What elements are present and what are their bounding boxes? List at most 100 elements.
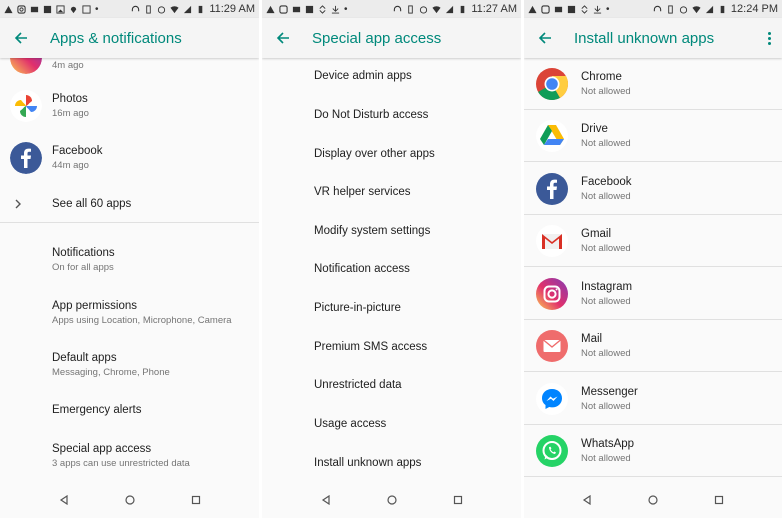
recent-app-item-photos[interactable]: Photos 16m ago — [0, 80, 259, 132]
app-name: Facebook — [581, 175, 632, 188]
wifi-icon — [692, 5, 701, 13]
app-row-gmail[interactable]: Gmail Not allowed — [524, 215, 782, 267]
back-arrow-icon[interactable] — [10, 27, 32, 49]
facebook-icon — [10, 142, 42, 174]
headphones-icon — [132, 5, 140, 11]
item-vr-helper-services[interactable]: VR helper services — [314, 186, 517, 198]
app-row-whatsapp[interactable]: WhatsApp Not allowed — [524, 425, 782, 477]
gmail-icon — [536, 224, 568, 257]
nav-recents-icon[interactable] — [712, 493, 726, 507]
back-arrow-icon[interactable] — [534, 27, 556, 49]
drive-icon — [536, 119, 568, 152]
chevron-right-icon — [15, 199, 21, 209]
setting-special-app-access[interactable]: Special app access 3 apps can use unrest… — [52, 443, 255, 469]
nav-recents-icon[interactable] — [189, 493, 203, 507]
more-notifications-icon: • — [606, 3, 610, 15]
navigation-bar — [0, 482, 259, 518]
sync-status-icon — [581, 4, 588, 14]
notification-icons: • — [4, 4, 99, 15]
headphones-icon — [394, 5, 402, 11]
battery-icon — [461, 5, 465, 13]
setting-notifications[interactable]: Notifications On for all apps — [52, 247, 255, 273]
item-usage-access[interactable]: Usage access — [314, 418, 517, 430]
app-name: Mail — [581, 332, 603, 345]
app-name: Facebook — [52, 145, 103, 157]
nav-back-icon[interactable] — [580, 493, 594, 507]
nav-home-icon[interactable] — [646, 493, 660, 507]
app-name: WhatsApp — [581, 437, 635, 450]
item-picture-in-picture[interactable]: Picture-in-picture — [314, 302, 517, 314]
item-notification-access[interactable]: Notification access — [314, 263, 517, 275]
app-row-mail[interactable]: Mail Not allowed — [524, 320, 782, 372]
more-options-icon[interactable] — [766, 28, 772, 48]
notification-icons: • — [266, 4, 348, 15]
app-row-drive[interactable]: Drive Not allowed — [524, 110, 782, 162]
app-bar: Special app access — [262, 18, 521, 58]
app-name: Drive — [581, 122, 608, 135]
warning-icon — [4, 5, 13, 13]
recent-app-item-facebook[interactable]: Facebook 44m ago — [0, 132, 259, 184]
app-name: Messenger — [581, 385, 638, 398]
app-row-instagram[interactable]: Instagram Not allowed — [524, 268, 782, 320]
setting-emergency-alerts[interactable]: Emergency alerts — [52, 404, 255, 416]
wifi-icon — [432, 5, 441, 13]
download-status-icon — [331, 5, 340, 14]
section-divider — [0, 222, 259, 223]
back-arrow-icon[interactable] — [272, 27, 294, 49]
instagram-status-icon — [17, 4, 26, 14]
app-bar: Install unknown apps — [524, 18, 782, 58]
nav-recents-icon[interactable] — [451, 493, 465, 507]
app-name: Chrome — [581, 70, 622, 83]
page-title: Apps & notifications — [50, 29, 182, 47]
item-device-admin-apps[interactable]: Device admin apps — [314, 70, 517, 82]
vibrate-icon — [408, 4, 414, 14]
status-bar: • 11:27 AM — [262, 0, 521, 18]
apps-list: 4m ago Photos 16m ago Facebook 44m ago S… — [0, 58, 259, 482]
signal-icon — [705, 5, 714, 13]
item-display-over-other-apps[interactable]: Display over other apps — [314, 148, 517, 160]
install-permission-status: Not allowed — [581, 400, 631, 412]
setting-title: Emergency alerts — [52, 404, 142, 416]
app-row-chrome[interactable]: Chrome Not allowed — [524, 58, 782, 110]
install-permission-status: Not allowed — [581, 85, 631, 97]
system-status-icons: 12:24 PM — [653, 3, 778, 15]
setting-title: Special app access — [52, 443, 152, 455]
item-install-unknown-apps[interactable]: Install unknown apps — [314, 457, 517, 469]
install-permission-status: Not allowed — [581, 190, 631, 202]
nav-back-icon[interactable] — [319, 493, 333, 507]
item-modify-system-settings[interactable]: Modify system settings — [314, 225, 517, 237]
facebook-icon — [536, 172, 568, 205]
status-bar: • 12:24 PM — [524, 0, 782, 18]
navigation-bar — [262, 482, 521, 518]
setting-app-permissions[interactable]: App permissions Apps using Location, Mic… — [52, 300, 255, 326]
setting-default-apps[interactable]: Default apps Messaging, Chrome, Phone — [52, 352, 255, 378]
notification-icons: • — [528, 4, 610, 15]
more-notifications-icon: • — [95, 3, 99, 15]
see-all-apps-row[interactable]: See all 60 apps — [0, 186, 259, 222]
see-all-apps-label: See all 60 apps — [52, 198, 132, 210]
nav-home-icon[interactable] — [123, 493, 137, 507]
gallery-status-icon — [56, 4, 65, 14]
setting-summary: On for all apps — [52, 262, 114, 273]
app-row-messenger[interactable]: Messenger Not allowed — [524, 373, 782, 425]
mail-status-icon — [554, 6, 563, 12]
app-row-facebook[interactable]: Facebook Not allowed — [524, 163, 782, 215]
unknown-sources-app-list: Chrome Not allowed Drive Not allowed Fac… — [524, 58, 782, 482]
battery-icon — [199, 5, 203, 13]
instagram-icon — [10, 58, 42, 74]
nav-home-icon[interactable] — [385, 493, 399, 507]
item-do-not-disturb-access[interactable]: Do Not Disturb access — [314, 109, 517, 121]
item-unrestricted-data[interactable]: Unrestricted data — [314, 379, 517, 391]
clock: 11:29 AM — [209, 3, 255, 15]
download-status-icon — [593, 5, 602, 14]
nav-back-icon[interactable] — [57, 493, 71, 507]
chrome-icon — [536, 67, 569, 100]
clock: 11:27 AM — [471, 3, 517, 15]
navigation-bar — [524, 482, 782, 518]
app-last-used: 44m ago — [52, 160, 89, 171]
setting-summary: Apps using Location, Microphone, Camera — [52, 315, 232, 326]
item-premium-sms-access[interactable]: Premium SMS access — [314, 341, 517, 353]
special-access-list: Device admin apps Do Not Disturb access … — [262, 58, 521, 482]
vibrate-icon — [668, 4, 673, 14]
install-unknown-apps-screen: • 12:24 PM Install unknown apps Chrome N… — [524, 0, 782, 518]
